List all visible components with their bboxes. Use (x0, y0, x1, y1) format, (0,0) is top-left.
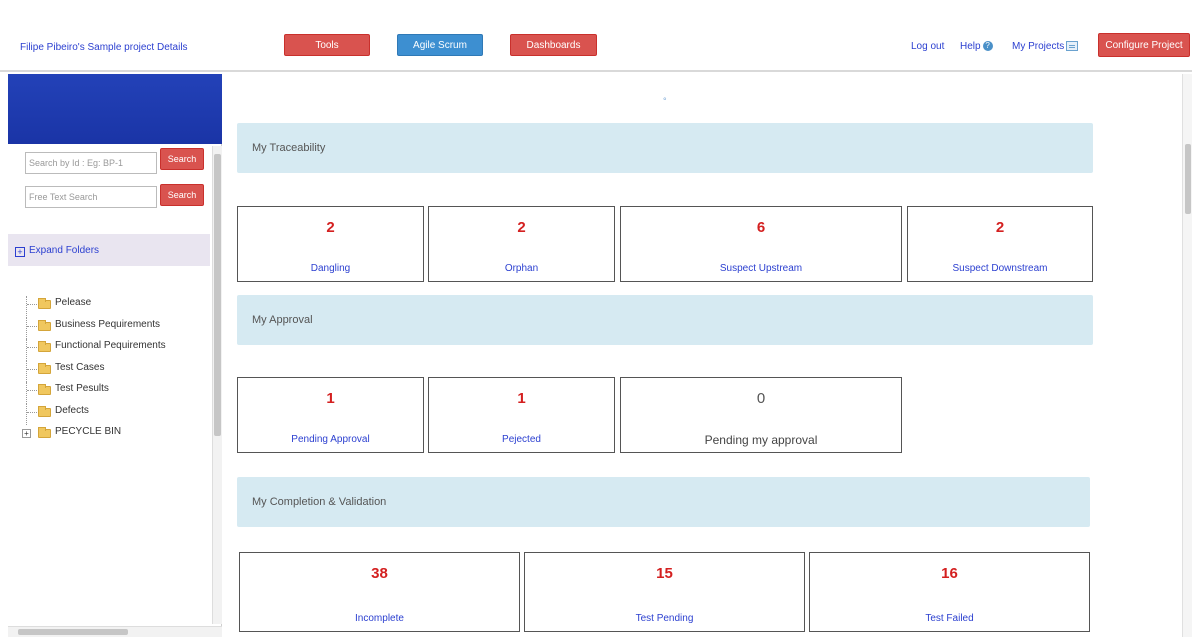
card-label[interactable]: Incomplete (240, 613, 519, 624)
folder-icon (38, 319, 51, 331)
tree-item-label: Defects (55, 404, 89, 416)
tools-button[interactable]: Tools (284, 34, 370, 56)
folder-icon (38, 362, 51, 374)
card-incomplete[interactable]: 38 Incomplete (239, 552, 520, 632)
card-count: 1 (517, 390, 526, 407)
tree-item-label: Business Pequirements (55, 318, 161, 330)
scroll-thumb[interactable] (18, 629, 128, 635)
section-header-completion-validation: My Completion & Validation (237, 477, 1090, 527)
folder-icon (38, 384, 51, 395)
tree-item-label: Functional Pequirements (55, 340, 166, 351)
logout-link[interactable]: Log out (911, 41, 944, 52)
card-count: 0 (756, 390, 766, 407)
sidebar-banner (8, 74, 222, 144)
section-title: My Traceability (252, 142, 326, 154)
tree-item-recycle-bin[interactable]: + PECYCLE BIN (22, 425, 216, 447)
card-dangling[interactable]: 2 Dangling (237, 206, 424, 282)
free-text-search-input[interactable]: Free Text Search (25, 186, 157, 208)
sidebar-horizontal-scrollbar[interactable] (8, 626, 222, 637)
tree-item-label: Test Cases (55, 361, 105, 373)
card-count: 6 (756, 219, 766, 236)
help-link[interactable]: Help? (960, 41, 993, 52)
my-projects-link[interactable]: My Projects (1012, 41, 1079, 52)
tree-item-label: Test Pesults (55, 383, 109, 394)
top-header: Filipe Pibeiro's Sample project Details … (0, 0, 1192, 72)
project-title[interactable]: Filipe Pibeiro's Sample project Details (20, 42, 188, 53)
sidebar: Search by Id : Eg: BP-1 Search Free Text… (8, 74, 222, 629)
section-title: My Completion & Validation (252, 496, 387, 508)
card-label[interactable]: Orphan (429, 263, 614, 274)
card-count: 1 (326, 390, 335, 407)
folder-icon (38, 427, 51, 438)
tree-item-test-cases[interactable]: Test Cases (26, 360, 216, 382)
card-orphan[interactable]: 2 Orphan (428, 206, 615, 282)
folder-tree: Pelease Business Pequirements Functional… (22, 296, 216, 447)
card-count: 16 (941, 565, 958, 582)
tree-item-functional-requirements[interactable]: Functional Pequirements (26, 339, 216, 361)
expand-folders-row[interactable]: + Expand Folders (8, 234, 210, 266)
scroll-thumb[interactable] (214, 154, 221, 436)
free-text-search-button[interactable]: Search (160, 184, 204, 206)
search-by-id-input[interactable]: Search by Id : Eg: BP-1 (25, 152, 157, 174)
folder-icon (38, 341, 51, 352)
card-suspect-upstream[interactable]: 6 Suspect Upstream (620, 206, 902, 282)
section-title: My Approval (252, 314, 313, 326)
tree-item-label: PECYCLE BIN (55, 426, 122, 437)
my-projects-label: My Projects (1012, 41, 1065, 52)
card-pending-approval[interactable]: 1 Pending Approval (237, 377, 424, 453)
card-label[interactable]: Dangling (238, 263, 423, 274)
sidebar-vertical-scrollbar[interactable] (212, 146, 222, 624)
card-label[interactable]: Suspect Upstream (621, 263, 901, 274)
card-label[interactable]: Test Failed (810, 613, 1089, 624)
tree-item-defects[interactable]: Defects (26, 403, 216, 425)
dashboard-content: ° My Traceability 2 Dangling 2 Orphan 6 … (226, 74, 1182, 637)
tree-item-release[interactable]: Pelease (26, 296, 216, 318)
card-label: Pending my approval (704, 433, 818, 447)
expand-plus-icon[interactable]: + (15, 247, 25, 257)
card-test-failed[interactable]: 16 Test Failed (809, 552, 1090, 632)
help-icon: ? (982, 41, 993, 52)
card-suspect-downstream[interactable]: 2 Suspect Downstream (907, 206, 1093, 282)
card-label[interactable]: Test Pending (525, 613, 804, 624)
card-count: 38 (371, 565, 388, 582)
help-label: Help (960, 41, 981, 52)
card-count: 2 (517, 219, 526, 236)
card-test-pending[interactable]: 15 Test Pending (524, 552, 805, 632)
section-header-traceability: My Traceability (237, 123, 1093, 173)
section-header-approval: My Approval (237, 295, 1093, 345)
card-count: 2 (995, 219, 1005, 236)
dashboards-button[interactable]: Dashboards (510, 34, 597, 56)
tree-item-test-results[interactable]: Test Pesults (26, 382, 216, 404)
agile-scrum-button[interactable]: Agile Scrum (397, 34, 483, 56)
main-vertical-scrollbar[interactable] (1182, 74, 1192, 637)
folder-icon (38, 405, 51, 417)
scroll-thumb[interactable] (1185, 144, 1191, 214)
search-by-id-button[interactable]: Search (160, 148, 204, 170)
card-label[interactable]: Suspect Downstream (908, 263, 1092, 274)
tree-item-business-requirements[interactable]: Business Pequirements (26, 317, 216, 339)
card-count: 15 (656, 565, 673, 582)
card-rejected[interactable]: 1 Pejected (428, 377, 615, 453)
card-label[interactable]: Pejected (429, 434, 614, 445)
projects-icon (1066, 41, 1079, 52)
collapse-marker[interactable]: ° (663, 96, 667, 106)
card-count: 2 (326, 219, 335, 236)
card-label[interactable]: Pending Approval (238, 434, 423, 445)
tree-item-label: Pelease (55, 297, 92, 308)
configure-project-button[interactable]: Configure Project (1098, 33, 1190, 57)
card-pending-my-approval[interactable]: 0 Pending my approval (620, 377, 902, 453)
expand-plus-icon[interactable]: + (22, 429, 31, 438)
folder-icon (38, 298, 51, 309)
expand-folders-link[interactable]: Expand Folders (29, 245, 99, 256)
